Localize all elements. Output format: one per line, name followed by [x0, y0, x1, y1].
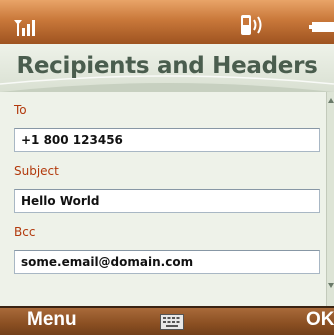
ok-softkey[interactable]: OK	[306, 309, 334, 331]
scroll-down-icon[interactable]	[328, 283, 334, 288]
scroll-up-icon[interactable]	[328, 98, 334, 103]
bcc-label: Bcc	[14, 225, 36, 239]
keyboard-icon[interactable]	[160, 314, 184, 330]
to-field[interactable]: +1 800 123456	[14, 128, 320, 152]
phone-screen: Recipients and Headers To +1 800 123456 …	[0, 0, 334, 335]
subject-label: Subject	[14, 164, 59, 178]
scrollbar[interactable]	[326, 92, 334, 306]
battery-icon	[309, 22, 334, 32]
subject-field-value: Hello World	[21, 194, 100, 208]
menu-softkey[interactable]: Menu	[27, 309, 77, 331]
bcc-field[interactable]: some.email@domain.com	[14, 250, 320, 274]
signal-icon	[14, 20, 35, 36]
subject-field[interactable]: Hello World	[14, 189, 320, 213]
to-field-value: +1 800 123456	[21, 133, 123, 147]
status-bar	[0, 0, 334, 44]
bcc-field-value: some.email@domain.com	[21, 255, 194, 269]
to-label: To	[14, 103, 27, 117]
page-title: Recipients and Headers	[16, 53, 318, 79]
vibrate-icon	[241, 15, 262, 35]
